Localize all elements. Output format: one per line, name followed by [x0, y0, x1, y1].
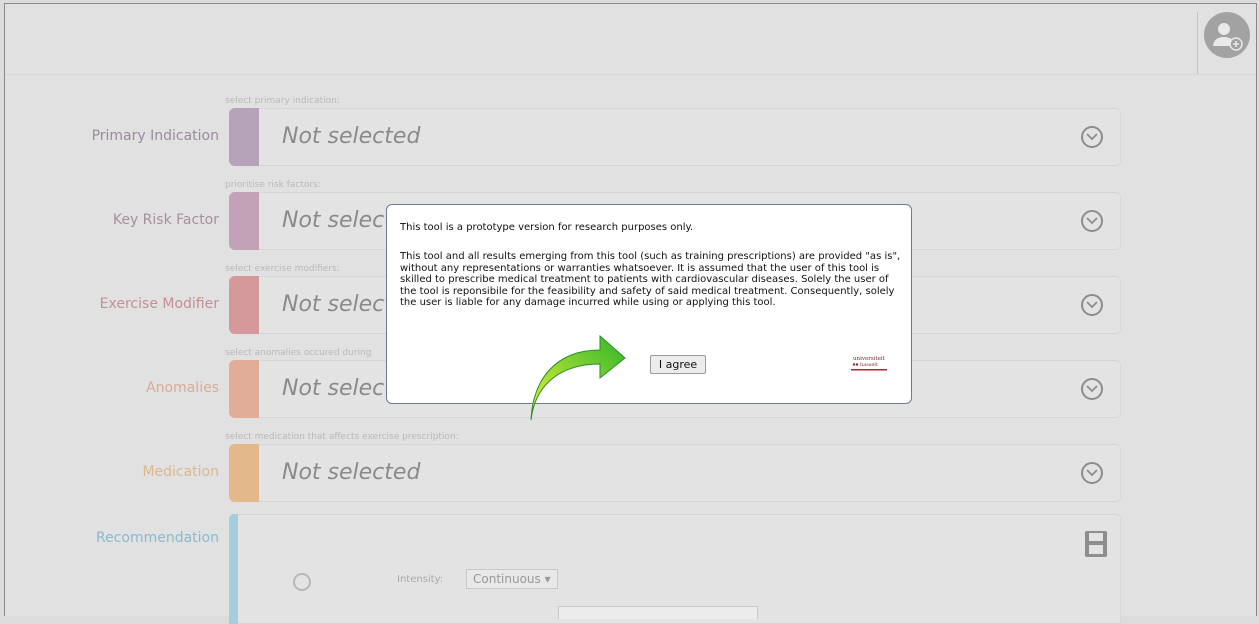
recommendation-input[interactable] [558, 606, 758, 619]
key-risk-factor-hint: prioritise risk factors: [225, 180, 321, 190]
disclaimer-title: This tool is a prototype version for res… [400, 222, 694, 233]
disclaimer-body: This tool and all results emerging from … [400, 251, 901, 308]
primary-indication-label: Primary Indication [91, 128, 219, 144]
primary-indication-value: Not selected [282, 124, 421, 149]
chevron-down-icon[interactable] [1081, 126, 1103, 148]
anomalies-hint: select anomalies occured during [225, 348, 372, 358]
recommendation-accent [229, 514, 238, 624]
user-add-icon[interactable] [1204, 12, 1250, 58]
arrow-annotation [525, 330, 635, 429]
intensity-value: Continuous [473, 572, 541, 586]
help-icon[interactable] [293, 573, 311, 591]
medication-value: Not selected [282, 460, 421, 485]
anomalies-label: Anomalies [146, 380, 219, 396]
medication-label: Medication [142, 464, 219, 480]
key-risk-factor-accent [229, 192, 259, 250]
intensity-label: Intensity: [397, 574, 444, 585]
primary-indication-hint: select primary indication: [225, 96, 340, 106]
chevron-down-icon[interactable] [1081, 378, 1103, 400]
exercise-modifier-label: Exercise Modifier [99, 296, 219, 312]
key-risk-factor-label: Key Risk Factor [112, 212, 219, 228]
top-bar-divider [1197, 12, 1198, 74]
chevron-down-icon[interactable] [1081, 462, 1103, 484]
floppy-disk-icon[interactable] [1084, 530, 1108, 562]
top-bar [5, 4, 1256, 75]
chevron-down-icon[interactable] [1081, 210, 1103, 232]
medication-accent [229, 444, 259, 502]
primary-indication-accent [229, 108, 259, 166]
medication-hint: select medication that affects exercise … [225, 432, 459, 442]
anomalies-accent [229, 360, 259, 418]
svg-text:hasselt: hasselt [860, 362, 878, 368]
agree-button[interactable]: I agree [650, 355, 706, 374]
intensity-select[interactable]: Continuous ▾ [466, 569, 558, 589]
disclaimer-dialog: This tool is a prototype version for res… [386, 204, 912, 404]
university-logo: universiteit hasselt [847, 352, 895, 374]
exercise-modifier-hint: select exercise modifiers: [225, 264, 340, 274]
recommendation-label: Recommendation [95, 530, 219, 546]
chevron-down-icon[interactable] [1081, 294, 1103, 316]
exercise-modifier-accent [229, 276, 259, 334]
